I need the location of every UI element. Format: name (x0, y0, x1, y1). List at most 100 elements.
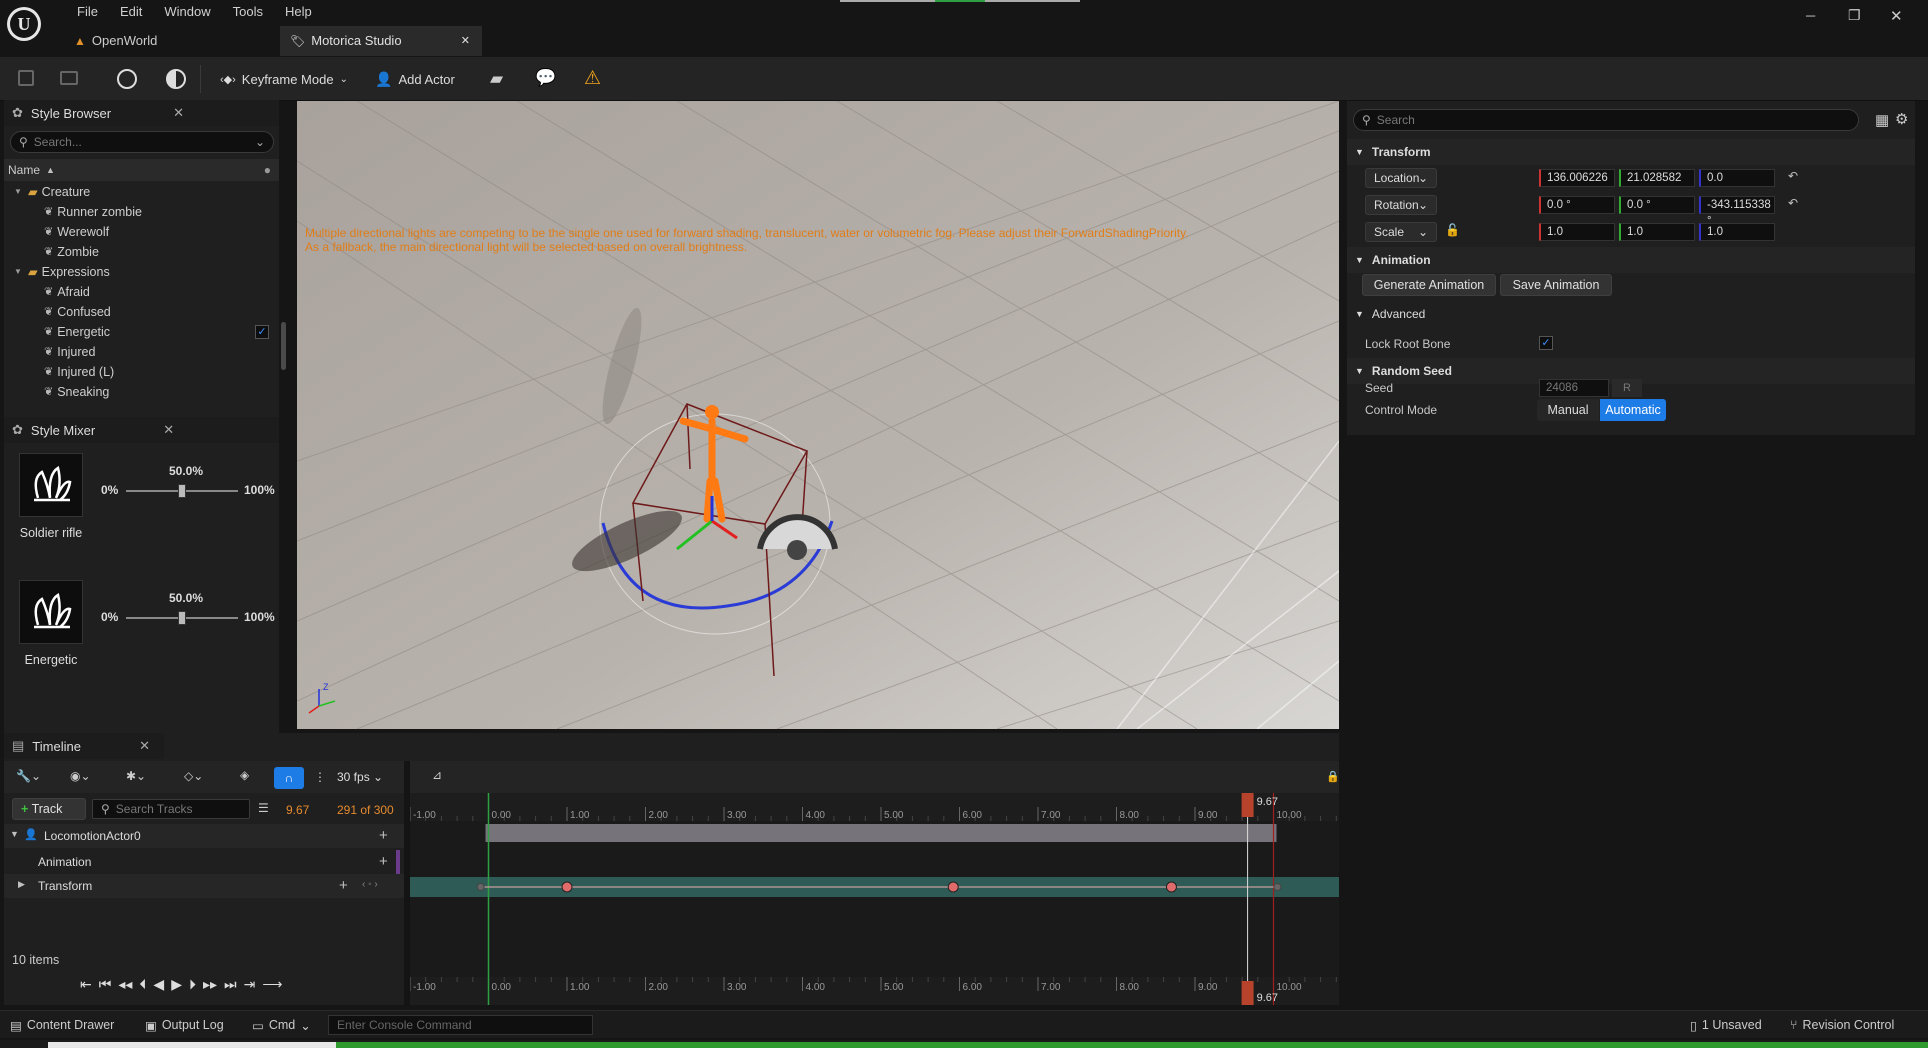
add-icon[interactable]: + (379, 853, 388, 870)
menu-tools[interactable]: Tools (222, 2, 274, 22)
randomize-seed-button[interactable]: R (1612, 379, 1642, 397)
more-options-icon[interactable]: ⋮ (314, 770, 326, 784)
slider-knob[interactable] (178, 611, 186, 625)
warning-icon[interactable]: ⚠ (584, 67, 601, 90)
control-mode-manual[interactable]: Manual (1537, 399, 1599, 421)
lock-root-bone-checkbox[interactable]: ✓ (1539, 336, 1553, 350)
close-panel-icon[interactable]: ✕ (163, 422, 174, 438)
track-area[interactable]: -1.00 -1.00 0.00 0.00 1.00 1.00 2.00 2.00 3.00 3.… (410, 793, 1339, 1005)
doc-tab-motorica[interactable]: 🏷 Motorica Studio ✕ (280, 26, 482, 56)
add-track-button[interactable]: + Track (12, 798, 86, 820)
go-start-icon[interactable]: ⇤ (80, 976, 92, 993)
transform-section-header[interactable]: ▼ Transform (1347, 139, 1915, 165)
track-row-transform[interactable]: ▶ Transform + ‹ ◦ › (4, 874, 404, 898)
close-panel-icon[interactable]: ✕ (139, 738, 150, 754)
gear-icon[interactable]: ⚙ (1895, 110, 1908, 128)
lock-icon[interactable]: 🔓 (1445, 223, 1460, 237)
close-window-icon[interactable]: ✕ (1890, 7, 1903, 25)
browse-icon[interactable] (60, 71, 78, 85)
filter-icon[interactable]: ✱⌄ (126, 769, 146, 783)
seed-field[interactable]: 24086 (1539, 379, 1609, 397)
tree-folder[interactable]: ▼ ▰ Creature (4, 182, 274, 202)
unsaved-button[interactable]: ▯ 1 Unsaved (1690, 1015, 1762, 1035)
details-search-input[interactable]: ⚲ Search (1353, 109, 1859, 131)
tree-item[interactable]: ❦ Confused (4, 302, 274, 322)
rotation-x-field[interactable]: 0.0 ° (1539, 196, 1615, 214)
play-icon[interactable]: ▶ (171, 976, 182, 993)
location-x-field[interactable]: 136.006226 (1539, 169, 1615, 187)
keyframe-mode-dropdown[interactable]: ‹◆› Keyframe Mode ⌄ (220, 67, 348, 91)
tree-folder[interactable]: ▼ ▰ Expressions (4, 262, 274, 282)
console-input[interactable]: Enter Console Command (328, 1015, 593, 1035)
control-mode-automatic[interactable]: Automatic (1600, 399, 1666, 421)
tree-item[interactable]: ❦ Runner zombie (4, 202, 274, 222)
unreal-logo-icon[interactable]: U (7, 7, 41, 41)
scale-z-field[interactable]: 1.0 (1699, 223, 1775, 241)
add-actor-button[interactable]: 👤 Add Actor (375, 67, 455, 91)
menu-window[interactable]: Window (153, 2, 221, 22)
tree-item[interactable]: ❦ Sneaking (4, 382, 274, 402)
chat-icon[interactable]: 💬 (535, 68, 556, 88)
add-icon[interactable]: + (339, 877, 348, 894)
tree-item[interactable]: ❦ Injured (4, 342, 274, 362)
tree-item[interactable]: ❦ Zombie (4, 242, 274, 262)
snap-magnet-icon[interactable]: ∩ (274, 767, 304, 789)
next-key-icon[interactable]: ⏭ (224, 976, 237, 993)
tree-item[interactable]: ❦ Energetic ✓ (4, 322, 274, 342)
revision-control-button[interactable]: ⑂ Revision Control (1790, 1015, 1894, 1035)
prev-key-icon[interactable]: ⏮ (99, 976, 112, 993)
scale-dropdown[interactable]: Scale ⌄ (1365, 222, 1437, 242)
wrench-icon[interactable]: 🔧⌄ (16, 769, 41, 783)
lock-icon[interactable]: 🔒 (1326, 770, 1340, 783)
search-tracks-input[interactable]: ⚲ Search Tracks (92, 799, 250, 819)
world-settings-icon[interactable] (166, 69, 186, 89)
step-back-icon[interactable]: ⏴ (139, 976, 146, 993)
location-z-field[interactable]: 0.0 (1699, 169, 1775, 187)
menu-edit[interactable]: Edit (109, 2, 153, 22)
globe-icon[interactable] (117, 69, 137, 89)
rotation-y-field[interactable]: 0.0 ° (1619, 196, 1695, 214)
key-icon[interactable]: ◇⌄ (184, 769, 203, 783)
cmd-dropdown[interactable]: ▭ Cmd ⌄ (252, 1015, 311, 1035)
style-browser-scrollbar[interactable] (281, 322, 286, 370)
level-viewport[interactable]: Multiple directional lights are competin… (297, 101, 1339, 729)
loop-icon[interactable]: ⟶ (262, 976, 282, 993)
tree-item[interactable]: ❦ Injured (L) (4, 362, 274, 382)
save-icon[interactable] (18, 70, 34, 86)
keyframe-add-icon[interactable]: ◈ (240, 768, 249, 782)
close-panel-icon[interactable]: ✕ (173, 105, 184, 121)
style-search-input[interactable]: ⚲ Search... ⌄ (10, 131, 274, 153)
content-drawer-button[interactable]: ▤ Content Drawer (10, 1015, 114, 1035)
chevron-down-icon[interactable]: ▼ (14, 262, 28, 282)
curve-editor-icon[interactable]: ⊿ (432, 768, 442, 782)
play-reverse-icon[interactable]: ◀ (153, 976, 164, 993)
eye-icon[interactable]: ◉⌄ (70, 769, 91, 783)
key-nav-icon[interactable]: ‹ ◦ › (362, 879, 378, 890)
maximize-icon[interactable]: ❐ (1848, 7, 1861, 24)
reset-icon[interactable]: ↶ (1788, 169, 1798, 183)
rotation-z-field[interactable]: -343.115338 ° (1699, 196, 1775, 227)
checkbox[interactable]: ✓ (255, 325, 269, 339)
location-y-field[interactable]: 21.028582 (1619, 169, 1695, 187)
reset-icon[interactable]: ↶ (1788, 196, 1798, 210)
add-icon[interactable]: + (379, 827, 388, 844)
generate-animation-button[interactable]: Generate Animation (1362, 274, 1496, 296)
slider-knob[interactable] (178, 484, 186, 498)
advanced-section-header[interactable]: ▼ Advanced (1347, 301, 1915, 327)
tree-item[interactable]: ❦ Afraid (4, 282, 274, 302)
chevron-down-icon[interactable]: ▼ (14, 182, 28, 202)
close-tab-icon[interactable]: ✕ (461, 32, 470, 50)
tree-item[interactable]: ❦ Werewolf (4, 222, 274, 242)
table-view-icon[interactable]: ▦ (1875, 111, 1889, 129)
track-row-animation[interactable]: Animation + (4, 850, 404, 874)
go-end-icon[interactable]: ⇥ (244, 976, 256, 993)
track-row-locomotion[interactable]: ▼ 👤 LocomotionActor0 + (4, 824, 404, 848)
scale-y-field[interactable]: 1.0 (1619, 223, 1695, 241)
eraser-icon[interactable]: ▰ (490, 69, 503, 89)
menu-file[interactable]: File (66, 2, 109, 22)
step-forward-icon[interactable]: ⏵ (189, 976, 196, 993)
rotation-dropdown[interactable]: Rotation ⌄ (1365, 195, 1437, 215)
menu-help[interactable]: Help (274, 2, 323, 22)
doc-tab-openworld[interactable]: ▲ OpenWorld (74, 32, 157, 50)
scale-x-field[interactable]: 1.0 (1539, 223, 1615, 241)
